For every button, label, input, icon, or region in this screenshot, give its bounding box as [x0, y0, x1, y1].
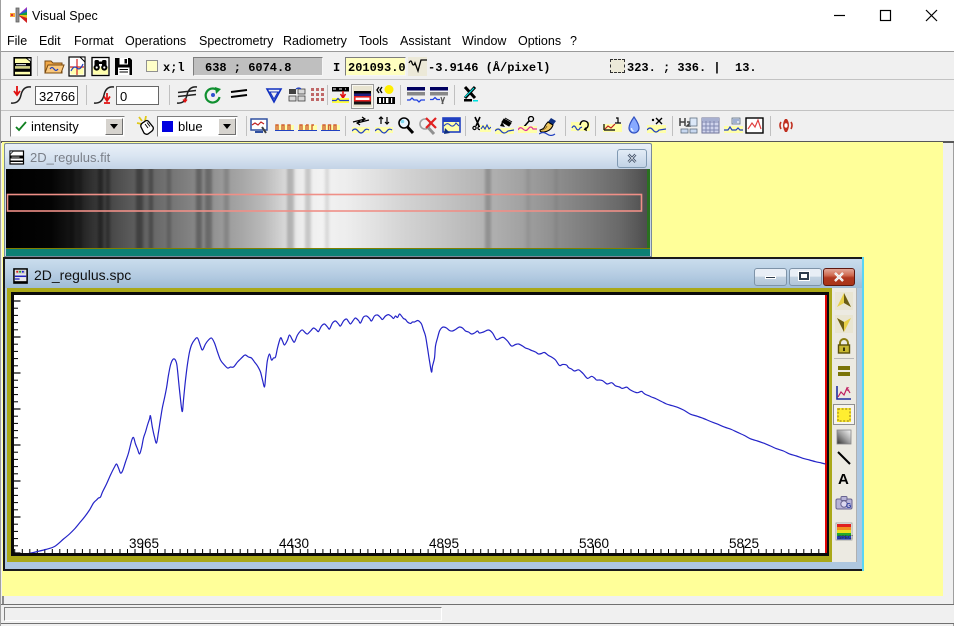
- svg-text:SPECTRE: SPECTRE: [838, 535, 853, 541]
- svg-text:c: c: [846, 386, 850, 393]
- svg-text:G: G: [846, 503, 852, 510]
